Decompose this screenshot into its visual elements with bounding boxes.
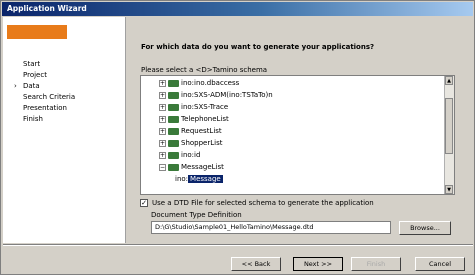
tree-node-label: RequestList: [181, 127, 222, 135]
step-label: Finish: [23, 115, 43, 123]
tree-node-label: ino:SXS-ADM(ino:TSTaTo)n: [181, 91, 273, 99]
application-wizard-window: Application Wizard Start Project › Data S…: [0, 0, 475, 275]
wizard-content: For which data do you want to generate y…: [129, 17, 475, 243]
step-label: Project: [23, 71, 47, 79]
step-finish: Finish: [23, 114, 75, 125]
tree-node-selected[interactable]: ino: Message: [175, 174, 223, 185]
schema-prompt: Please select a <D>Tamino schema: [141, 66, 268, 74]
schema-icon: [168, 103, 179, 111]
next-button[interactable]: Next >>: [293, 257, 343, 271]
browse-button[interactable]: Browse...: [399, 221, 451, 235]
use-dtd-row[interactable]: ✓ Use a DTD File for selected schema to g…: [140, 199, 374, 207]
schema-tree[interactable]: + ino:ino.dbaccess + ino:SXS-ADM(ino:TSTaT…: [140, 75, 455, 195]
expand-icon[interactable]: +: [159, 79, 166, 87]
step-start: Start: [23, 59, 75, 70]
current-step-arrow-icon: ›: [14, 82, 17, 90]
tree-node[interactable]: − MessageList: [159, 162, 224, 173]
expand-icon[interactable]: +: [159, 139, 166, 147]
schema-icon: [168, 163, 179, 171]
scroll-up-icon[interactable]: ▲: [445, 76, 453, 85]
tree-node[interactable]: + ino:SXS-Trace: [159, 102, 228, 113]
expand-icon[interactable]: +: [159, 115, 166, 123]
schema-icon: [168, 151, 179, 159]
tree-node[interactable]: + TelephoneList: [159, 114, 229, 125]
expand-icon[interactable]: +: [159, 91, 166, 99]
window-title: Application Wizard: [7, 4, 87, 13]
use-dtd-checkbox[interactable]: ✓: [140, 199, 148, 207]
step-data: › Data: [14, 81, 75, 92]
expand-icon[interactable]: +: [159, 103, 166, 111]
step-label: Presentation: [23, 104, 67, 112]
tree-node[interactable]: + ShopperList: [159, 138, 222, 149]
schema-icon: [168, 139, 179, 147]
wizard-sidebar: Start Project › Data Search Criteria Pres…: [3, 17, 126, 243]
tree-node-label: ShopperList: [181, 139, 223, 147]
schema-icon: [168, 115, 179, 123]
expand-icon[interactable]: +: [159, 151, 166, 159]
finish-button[interactable]: Finish: [351, 257, 401, 271]
tree-node[interactable]: + RequestList: [159, 126, 222, 137]
scroll-down-icon[interactable]: ▼: [445, 185, 453, 194]
tree-node[interactable]: + ino:id: [159, 150, 200, 161]
cancel-button[interactable]: Cancel: [415, 257, 465, 271]
schema-icon: [168, 91, 179, 99]
step-project: Project: [23, 70, 75, 81]
tree-scrollbar[interactable]: ▲ ▼: [444, 76, 454, 194]
tree-node[interactable]: + ino:SXS-ADM(ino:TSTaTo)n: [159, 90, 273, 101]
step-label: Search Criteria: [23, 93, 76, 101]
use-dtd-label: Use a DTD File for selected schema to ge…: [152, 199, 374, 207]
page-heading: For which data do you want to generate y…: [141, 43, 375, 51]
collapse-icon[interactable]: −: [159, 163, 166, 171]
tree-node-label: Message: [188, 175, 223, 183]
step-label: Start: [23, 60, 41, 68]
tree-node[interactable]: + ino:ino.dbaccess: [159, 78, 239, 89]
tree-node-label: TelephoneList: [181, 115, 229, 123]
divider: [3, 244, 473, 246]
step-label: Data: [23, 82, 40, 90]
tree-node-label: ino:SXS-Trace: [181, 103, 229, 111]
wizard-steps: Start Project › Data Search Criteria Pres…: [14, 59, 75, 125]
scroll-thumb[interactable]: [445, 98, 453, 154]
step-search-criteria: Search Criteria: [23, 92, 75, 103]
tree-node-label: MessageList: [181, 163, 224, 171]
tree-node-label: ino:id: [181, 151, 201, 159]
dtd-label: Document Type Definition: [151, 211, 242, 219]
dtd-path-field[interactable]: D:\G\Studio\Sample01_HelloTamino\Message…: [151, 221, 391, 234]
schema-icon: [168, 127, 179, 135]
logo: [7, 25, 67, 39]
title-bar[interactable]: Application Wizard: [2, 2, 473, 16]
schema-icon: [168, 79, 179, 87]
tree-node-label: ino:ino.dbaccess: [181, 79, 240, 87]
tree-node-prefix: ino:: [175, 175, 189, 183]
back-button[interactable]: << Back: [231, 257, 281, 271]
expand-icon[interactable]: +: [159, 127, 166, 135]
step-presentation: Presentation: [23, 103, 75, 114]
